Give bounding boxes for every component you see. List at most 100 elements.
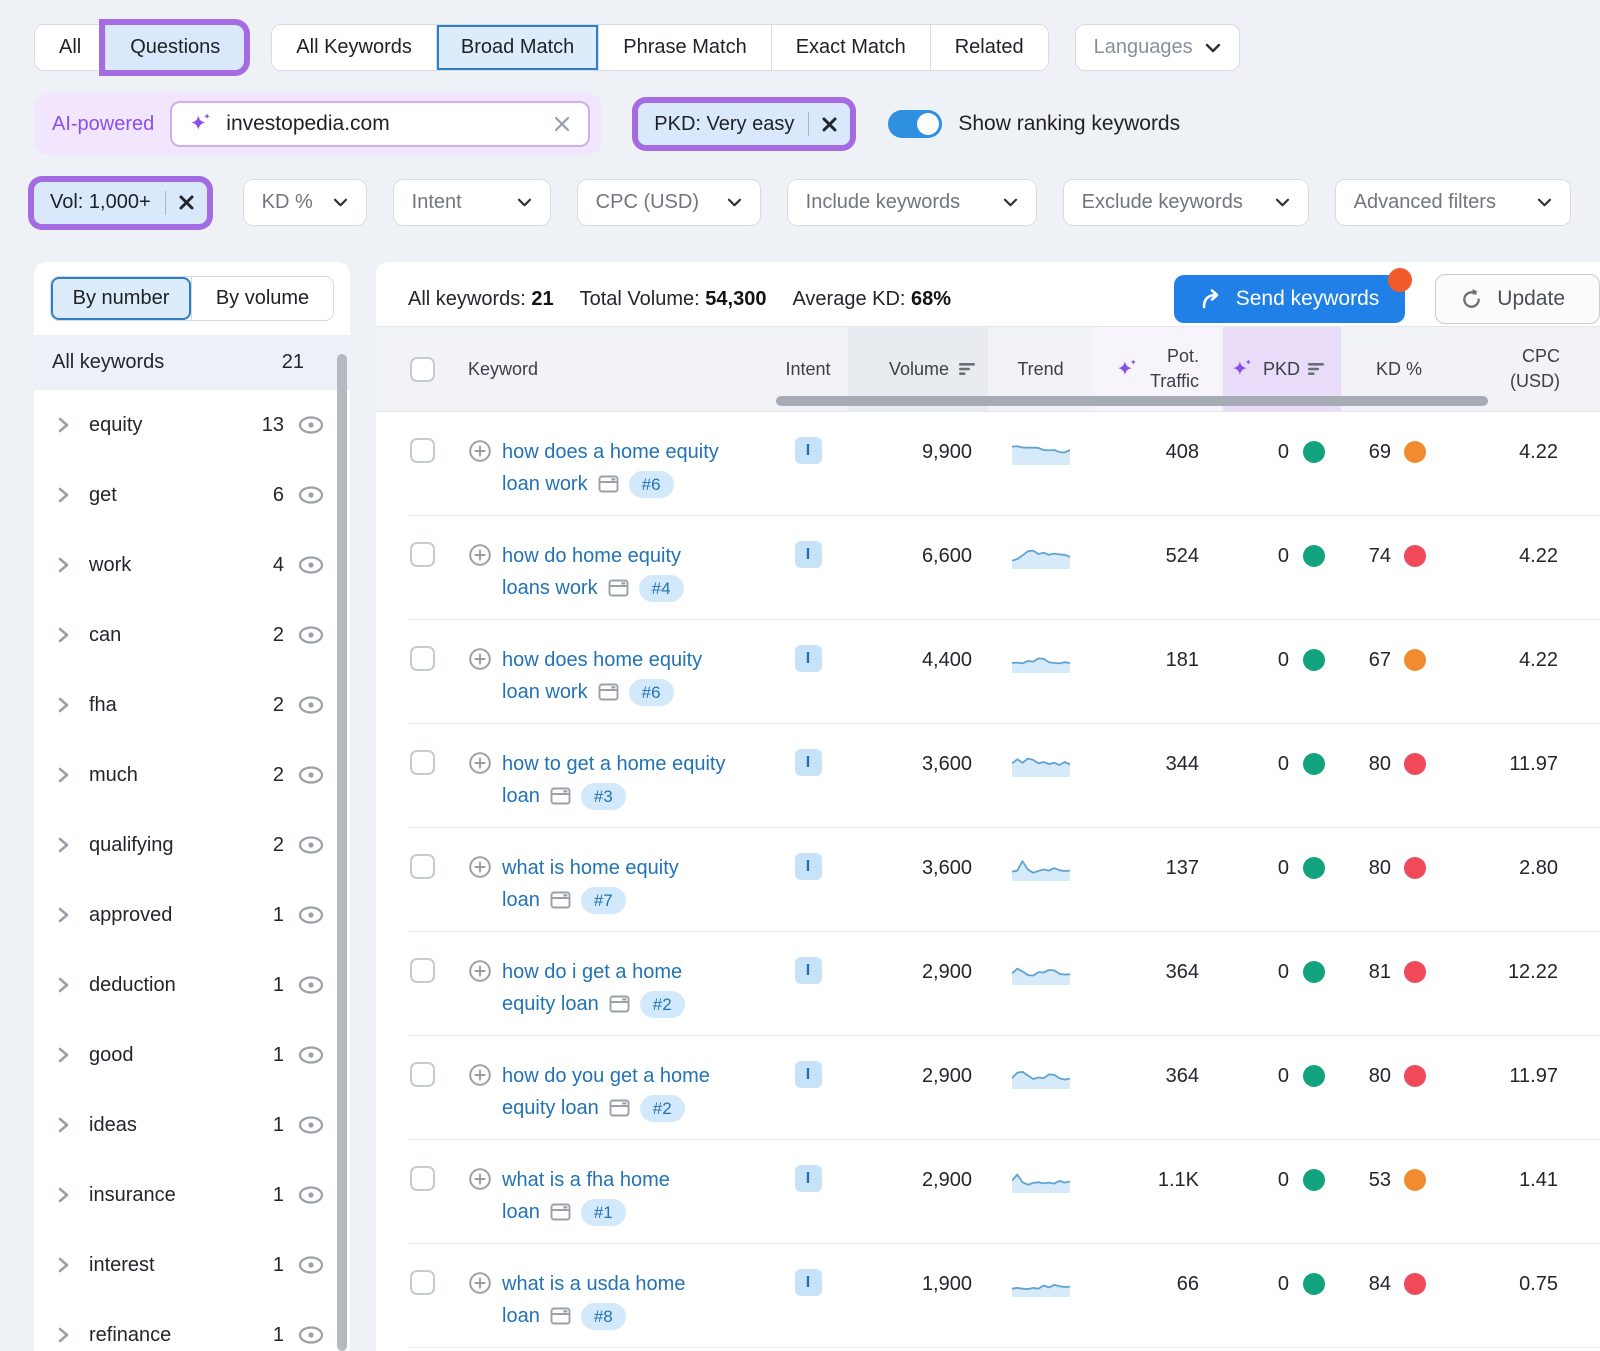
keyword-link-line2[interactable]: loan work: [502, 468, 588, 500]
exclude-keywords-dropdown[interactable]: Exclude keywords: [1063, 179, 1309, 226]
sidebar-group-item[interactable]: deduction 1: [34, 950, 350, 1020]
tab-questions[interactable]: Questions: [105, 25, 244, 70]
tab-all[interactable]: All: [35, 25, 105, 70]
row-checkbox[interactable]: [410, 542, 435, 567]
show-ranking-keywords-toggle[interactable]: [888, 110, 942, 138]
serp-preview-icon[interactable]: [550, 1202, 571, 1222]
sidebar-group-item[interactable]: much 2: [34, 740, 350, 810]
keyword-link[interactable]: what is a fha home: [502, 1169, 670, 1191]
tab-by-number[interactable]: By number: [51, 277, 191, 320]
remove-pkd-filter-icon[interactable]: [819, 116, 850, 133]
sidebar-group-item[interactable]: work 4: [34, 530, 350, 600]
intent-badge[interactable]: I: [795, 541, 822, 568]
keyword-link[interactable]: how do i get a home: [502, 961, 682, 983]
row-checkbox[interactable]: [410, 1166, 435, 1191]
intent-filter-dropdown[interactable]: Intent: [393, 179, 551, 226]
serp-preview-icon[interactable]: [550, 786, 571, 806]
keyword-link-line2[interactable]: loan: [502, 1300, 540, 1332]
tab-related[interactable]: Related: [930, 25, 1048, 70]
eye-icon[interactable]: [298, 1256, 324, 1274]
position-badge[interactable]: #2: [640, 1095, 685, 1122]
intent-badge[interactable]: I: [795, 437, 822, 464]
intent-badge[interactable]: I: [795, 1165, 822, 1192]
keyword-link-line2[interactable]: loan: [502, 1196, 540, 1228]
advanced-filters-dropdown[interactable]: Advanced filters: [1335, 179, 1571, 226]
eye-icon[interactable]: [298, 696, 324, 714]
chevron-right-icon[interactable]: [56, 906, 71, 924]
position-badge[interactable]: #6: [629, 679, 674, 706]
chevron-right-icon[interactable]: [56, 626, 71, 644]
pkd-filter-chip[interactable]: PKD: Very easy: [638, 103, 850, 145]
eye-icon[interactable]: [298, 1046, 324, 1064]
chevron-right-icon[interactable]: [56, 696, 71, 714]
sidebar-group-item[interactable]: ideas 1: [34, 1090, 350, 1160]
keyword-link[interactable]: how do you get a home: [502, 1065, 710, 1087]
serp-preview-icon[interactable]: [609, 1098, 630, 1118]
chevron-right-icon[interactable]: [56, 486, 71, 504]
keyword-link-line2[interactable]: loans work: [502, 572, 598, 604]
tab-phrase-match[interactable]: Phrase Match: [598, 25, 770, 70]
remove-volume-filter-icon[interactable]: [176, 194, 207, 211]
kd-filter-dropdown[interactable]: KD %: [243, 179, 367, 226]
send-keywords-button[interactable]: Send keywords: [1174, 275, 1406, 323]
keyword-link[interactable]: what is home equity: [502, 857, 679, 879]
clear-search-icon[interactable]: [552, 114, 572, 134]
volume-filter-chip[interactable]: Vol: 1,000+: [34, 182, 207, 224]
sidebar-scrollbar[interactable]: [337, 354, 347, 1351]
position-badge[interactable]: #1: [581, 1199, 626, 1226]
row-checkbox[interactable]: [410, 750, 435, 775]
chevron-right-icon[interactable]: [56, 556, 71, 574]
add-keyword-button[interactable]: [468, 439, 492, 463]
eye-icon[interactable]: [298, 1186, 324, 1204]
chevron-right-icon[interactable]: [56, 416, 71, 434]
sidebar-group-item[interactable]: approved 1: [34, 880, 350, 950]
add-keyword-button[interactable]: [468, 1167, 492, 1191]
column-header-intent[interactable]: Intent: [768, 359, 848, 380]
keyword-link[interactable]: how does a home equity: [502, 441, 719, 463]
keyword-link-line2[interactable]: loan work: [502, 676, 588, 708]
eye-icon[interactable]: [298, 906, 324, 924]
intent-badge[interactable]: I: [795, 645, 822, 672]
sidebar-group-item[interactable]: get 6: [34, 460, 350, 530]
sidebar-group-item[interactable]: equity 13: [34, 390, 350, 460]
sidebar-all-keywords-row[interactable]: All keywords 21: [34, 335, 350, 390]
row-checkbox[interactable]: [410, 438, 435, 463]
column-header-cpc[interactable]: CPC(USD): [1444, 344, 1600, 394]
keyword-link[interactable]: how does home equity: [502, 649, 702, 671]
intent-badge[interactable]: I: [795, 749, 822, 776]
position-badge[interactable]: #4: [639, 575, 684, 602]
languages-dropdown[interactable]: Languages: [1075, 24, 1240, 71]
tab-all-keywords[interactable]: All Keywords: [272, 25, 436, 70]
keyword-link[interactable]: how do home equity: [502, 545, 681, 567]
position-badge[interactable]: #3: [581, 783, 626, 810]
intent-badge[interactable]: I: [795, 1269, 822, 1296]
intent-badge[interactable]: I: [795, 1061, 822, 1088]
eye-icon[interactable]: [298, 976, 324, 994]
include-keywords-dropdown[interactable]: Include keywords: [787, 179, 1037, 226]
keyword-link-line2[interactable]: loan: [502, 780, 540, 812]
serp-preview-icon[interactable]: [550, 1306, 571, 1326]
add-keyword-button[interactable]: [468, 1063, 492, 1087]
add-keyword-button[interactable]: [468, 543, 492, 567]
sidebar-group-item[interactable]: fha 2: [34, 670, 350, 740]
eye-icon[interactable]: [298, 766, 324, 784]
add-keyword-button[interactable]: [468, 647, 492, 671]
position-badge[interactable]: #6: [629, 471, 674, 498]
keyword-link[interactable]: how to get a home equity: [502, 753, 725, 775]
keyword-link-line2[interactable]: equity loan: [502, 988, 599, 1020]
keyword-link-line2[interactable]: loan: [502, 884, 540, 916]
chevron-right-icon[interactable]: [56, 1046, 71, 1064]
sort-icon[interactable]: [1308, 362, 1325, 376]
sidebar-group-item[interactable]: insurance 1: [34, 1160, 350, 1230]
sidebar-group-item[interactable]: interest 1: [34, 1230, 350, 1300]
position-badge[interactable]: #2: [640, 991, 685, 1018]
intent-badge[interactable]: I: [795, 957, 822, 984]
chevron-right-icon[interactable]: [56, 1256, 71, 1274]
position-badge[interactable]: #8: [581, 1303, 626, 1330]
intent-badge[interactable]: I: [795, 853, 822, 880]
row-checkbox[interactable]: [410, 646, 435, 671]
add-keyword-button[interactable]: [468, 959, 492, 983]
sidebar-group-item[interactable]: can 2: [34, 600, 350, 670]
position-badge[interactable]: #7: [581, 887, 626, 914]
serp-preview-icon[interactable]: [598, 474, 619, 494]
